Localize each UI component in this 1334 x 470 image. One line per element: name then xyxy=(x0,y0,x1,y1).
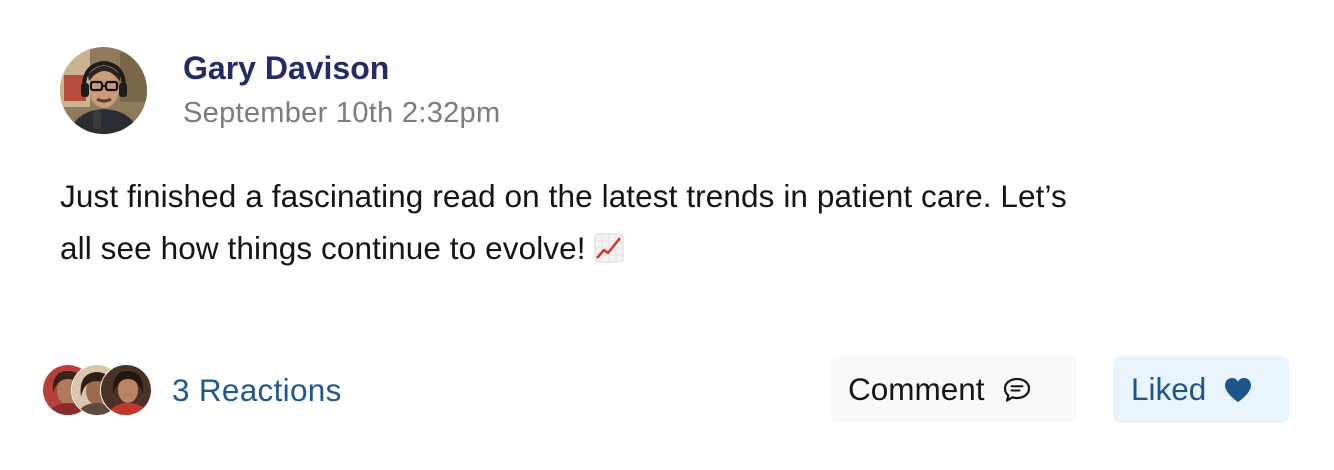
post-body-line-2: all see how things continue to evolve! xyxy=(60,222,1280,274)
post-body-line-1: Just finished a fascinating read on the … xyxy=(60,178,1067,214)
post-timestamp: September 10th 2:32pm xyxy=(183,97,501,129)
like-button-label: Liked xyxy=(1131,371,1207,407)
post-body-line-2-text: all see how things continue to evolve! xyxy=(60,230,586,266)
post-card: Gary Davison September 10th 2:32pm Just … xyxy=(0,0,1334,470)
author-avatar[interactable] xyxy=(60,47,147,134)
chart-increasing-emoji-icon xyxy=(594,226,624,263)
reactions-count-link[interactable]: 3 Reactions xyxy=(172,372,342,409)
avatar-photo xyxy=(60,47,147,134)
author-name[interactable]: Gary Davison xyxy=(183,50,389,87)
heart-icon xyxy=(1222,374,1254,406)
speech-bubble-icon xyxy=(1001,374,1033,406)
comment-button[interactable]: Comment xyxy=(830,356,1078,423)
comment-button-label: Comment xyxy=(848,371,985,407)
like-button[interactable]: Liked xyxy=(1113,356,1289,423)
post-body: Just finished a fascinating read on the … xyxy=(60,170,1280,274)
reactor-avatar[interactable] xyxy=(100,364,152,416)
reactions-summary: 3 Reactions xyxy=(42,363,342,417)
